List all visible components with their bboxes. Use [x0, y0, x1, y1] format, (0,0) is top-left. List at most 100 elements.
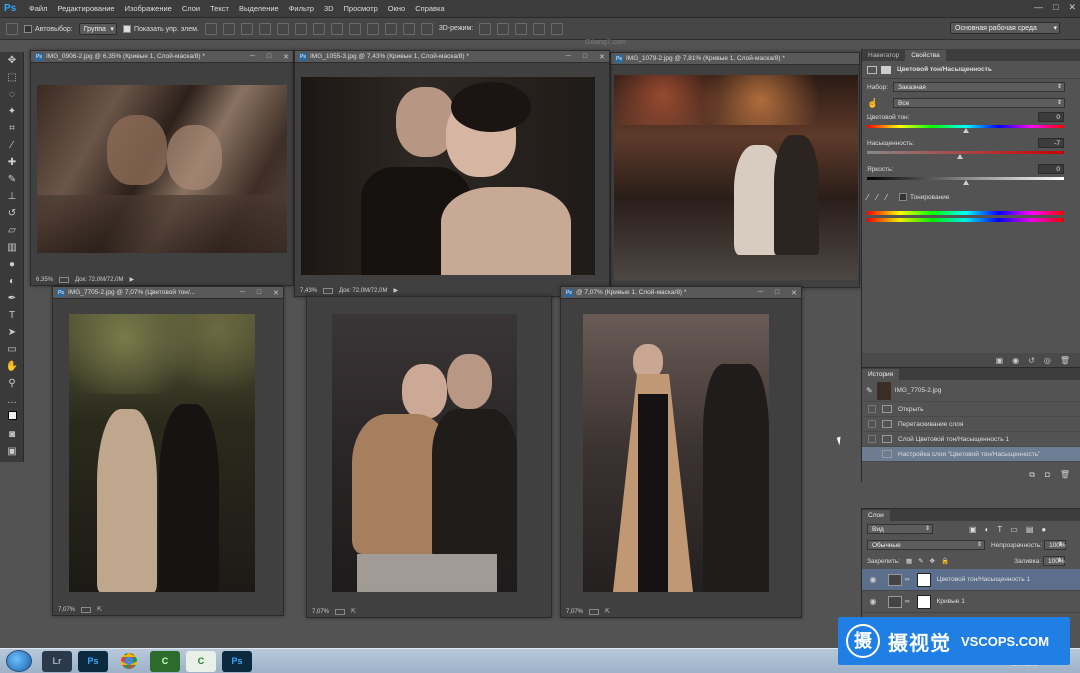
start-button[interactable]	[6, 650, 32, 672]
menu-image[interactable]: Изображение	[120, 4, 177, 13]
document-tab-3[interactable]: Ps IMG_1079-2.jpg @ 7,81% (Кривые 1, Сло…	[611, 53, 859, 65]
document-window-5[interactable]: 7,07% ⇱	[306, 296, 552, 618]
autoselect-checkbox[interactable]	[24, 24, 32, 33]
tab-close-button[interactable]: ✕	[599, 53, 605, 61]
zoom-level[interactable]: 7,07%	[566, 609, 583, 615]
history-item[interactable]: Слой Цветовой тон/Насыщенность 1	[862, 432, 1080, 447]
move-tool-icon[interactable]: ✥	[2, 53, 22, 69]
healing-tool-icon[interactable]: ✚	[2, 155, 22, 171]
camera-icon[interactable]: ◘	[1045, 470, 1050, 482]
quick-select-tool-icon[interactable]: ✦	[2, 104, 22, 120]
maximize-button[interactable]: □	[1053, 2, 1058, 13]
menu-select[interactable]: Выделение	[234, 4, 284, 13]
document-tab-6[interactable]: Ps @ 7,07% (Кривые 1, Слой-маска/8) * ─ …	[561, 287, 801, 299]
distribute-left-icon[interactable]	[366, 22, 379, 35]
show-controls-checkbox[interactable]	[122, 24, 131, 33]
autoselect-toggle[interactable]: Автовыбор:	[24, 24, 73, 33]
hue-slider-thumb[interactable]	[963, 128, 969, 133]
3d-scale-icon[interactable]	[551, 22, 564, 35]
gradient-tool-icon[interactable]: ▥	[2, 240, 22, 256]
lock-all-icon[interactable]: 🔒	[941, 557, 949, 565]
eyedropper-plus-icon[interactable]: ⁄	[876, 193, 877, 202]
zoom-level[interactable]: 6,35%	[36, 277, 53, 283]
delete-adjustment-icon[interactable]: 🗑	[1060, 356, 1070, 365]
menu-window[interactable]: Окно	[383, 4, 410, 13]
history-item-active[interactable]: Настройка слоя "Цветовой тон/Насыщенност…	[862, 447, 1080, 462]
3d-pan-icon[interactable]	[515, 22, 528, 35]
filter-shape-icon[interactable]: ▭	[1010, 525, 1018, 534]
distribute-right-icon[interactable]	[402, 22, 415, 35]
lightness-value[interactable]: 0	[1038, 164, 1064, 174]
tab-maximize-button[interactable]: □	[257, 289, 261, 297]
filter-adjust-icon[interactable]: ◐	[985, 525, 990, 534]
menu-3d[interactable]: 3D	[319, 4, 339, 13]
eyedropper-tool-icon[interactable]: ⁄	[2, 138, 22, 154]
visibility-icon[interactable]: ◎	[1044, 356, 1051, 365]
3d-rotate-icon[interactable]	[479, 22, 492, 35]
taskbar-photoshop[interactable]: Ps	[78, 650, 108, 672]
tab-minimize-button[interactable]: ─	[250, 53, 255, 61]
fill-input[interactable]: 100%	[1043, 556, 1065, 566]
zoom-tool-icon[interactable]: ⚲	[2, 376, 22, 392]
type-tool-icon[interactable]: T	[2, 308, 22, 324]
view-previous-icon[interactable]: ◉	[1012, 356, 1019, 365]
tab-maximize-button[interactable]: □	[775, 289, 779, 297]
reset-icon[interactable]: ↺	[1028, 356, 1035, 365]
tab-navigator[interactable]: Навигатор	[862, 50, 905, 61]
eye-icon[interactable]: ◉	[868, 597, 878, 606]
stamp-tool-icon[interactable]: ⊥	[2, 189, 22, 205]
distribute-bottom-icon[interactable]	[348, 22, 361, 35]
filter-smart-icon[interactable]: ▤	[1026, 525, 1034, 534]
filter-pixel-icon[interactable]: ▣	[969, 525, 977, 534]
auto-align-icon[interactable]	[420, 22, 433, 35]
trash-icon[interactable]: 🗑	[1060, 470, 1070, 482]
lasso-tool-icon[interactable]: ◌	[2, 87, 22, 103]
document-window-1[interactable]: Ps IMG_0906-2.jpg @ 6,35% (Кривые 1, Сло…	[30, 50, 294, 286]
tab-minimize-button[interactable]: ─	[240, 289, 245, 297]
distribute-top-icon[interactable]	[312, 22, 325, 35]
eraser-tool-icon[interactable]: ▱	[2, 223, 22, 239]
document-tab-4[interactable]: Ps IMG_7705-2.jpg @ 7,07% (Цветовой тон/…	[53, 287, 283, 299]
minimize-button[interactable]: —	[1034, 2, 1043, 13]
pen-tool-icon[interactable]: ✒	[2, 291, 22, 307]
taskbar-chrome[interactable]	[114, 651, 144, 672]
document-window-3[interactable]: Ps IMG_1079-2.jpg @ 7,81% (Кривые 1, Сло…	[610, 52, 860, 288]
saturation-value[interactable]: -7	[1038, 138, 1064, 148]
document-tab-2[interactable]: Ps IMG_1055-3.jpg @ 7,43% (Кривые 1, Сло…	[295, 51, 609, 63]
close-button[interactable]: ✕	[1068, 2, 1076, 13]
eyedropper-minus-icon[interactable]: ⁄	[886, 193, 887, 202]
align-center-icon[interactable]	[276, 22, 289, 35]
brush-tool-icon[interactable]: ✎	[2, 172, 22, 188]
hand-adjust-icon[interactable]: ☝	[867, 98, 893, 109]
distribute-middle-icon[interactable]	[330, 22, 343, 35]
align-middle-icon[interactable]	[222, 22, 235, 35]
more-tools-icon[interactable]: …	[2, 393, 22, 409]
layer-row-hue-sat[interactable]: ◉ ∞ Цветовой тон/Насыщенность 1	[862, 569, 1080, 591]
zoom-level[interactable]: 7,07%	[58, 607, 75, 613]
eyedropper-icon[interactable]: ⁄	[867, 193, 868, 202]
path-select-tool-icon[interactable]: ➤	[2, 325, 22, 341]
lock-pixels-icon[interactable]: ✎	[918, 557, 923, 565]
distribute-center-icon[interactable]	[384, 22, 397, 35]
align-bottom-icon[interactable]	[240, 22, 253, 35]
show-controls-toggle[interactable]: Показать упр. элем.	[122, 24, 199, 33]
layer-filter-dropdown[interactable]: Вид	[867, 524, 933, 534]
blur-tool-icon[interactable]: ●	[2, 257, 22, 273]
lock-transparency-icon[interactable]: ▦	[906, 557, 912, 565]
tab-layers[interactable]: Слои	[862, 510, 890, 521]
shape-tool-icon[interactable]: ▭	[2, 342, 22, 358]
blend-mode-dropdown[interactable]: Обычные	[867, 540, 985, 550]
screen-mode-icon[interactable]: ▣	[2, 444, 22, 460]
share-icon[interactable]: ⇱	[351, 608, 356, 615]
preset-dropdown[interactable]: Заказная	[893, 82, 1065, 92]
channel-dropdown[interactable]: Все	[893, 98, 1065, 108]
filter-toggle-icon[interactable]: ●	[1041, 525, 1046, 534]
taskbar-lightroom[interactable]: Lr	[42, 650, 72, 672]
crop-tool-icon[interactable]: ⌗	[2, 121, 22, 137]
menu-file[interactable]: Файл	[24, 4, 52, 13]
tab-maximize-button[interactable]: □	[583, 53, 587, 61]
lightness-slider-thumb[interactable]	[963, 180, 969, 185]
dodge-tool-icon[interactable]: ◐	[2, 274, 22, 290]
tab-history[interactable]: История	[862, 369, 900, 380]
menu-layers[interactable]: Слои	[177, 4, 205, 13]
